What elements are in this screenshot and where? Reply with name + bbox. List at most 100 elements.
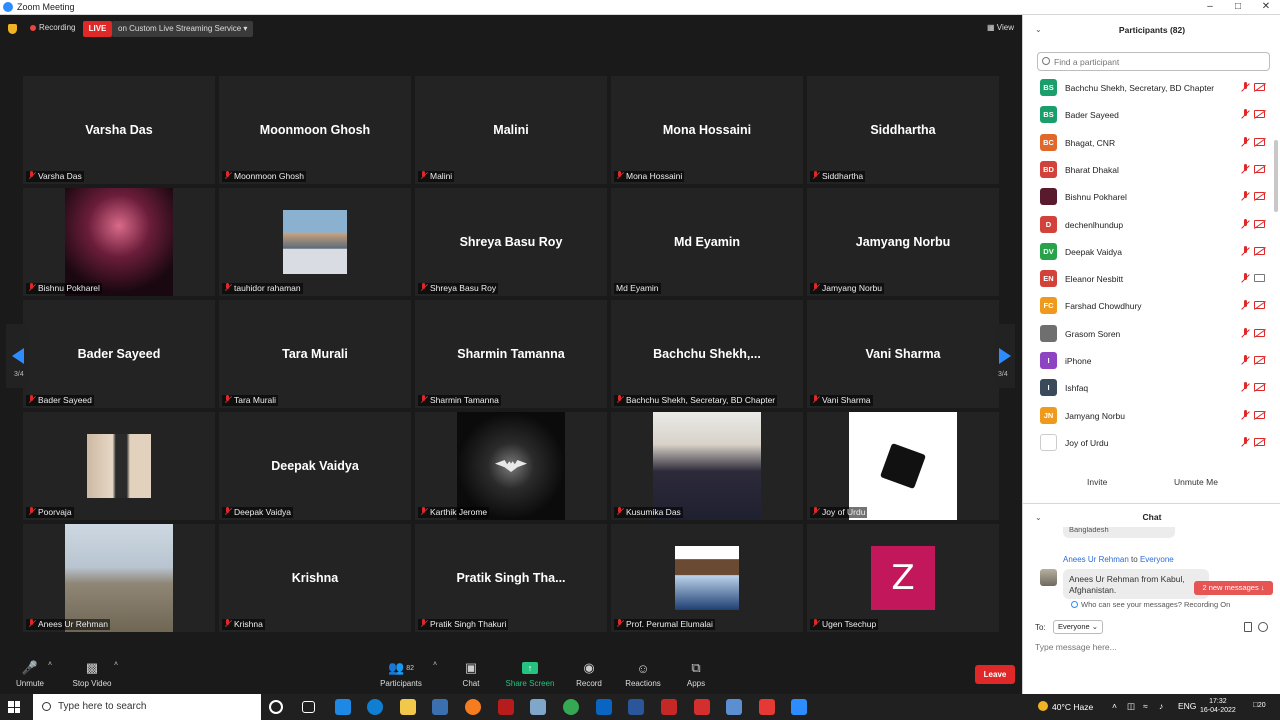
video-tile[interactable]: Varsha Das Varsha Das <box>23 76 215 184</box>
audio-options-caret-icon[interactable]: ˄ <box>48 661 52 668</box>
video-tile[interactable]: Siddhartha Siddhartha <box>807 76 999 184</box>
security-shield-icon[interactable] <box>8 24 17 34</box>
weather-widget[interactable]: 40°C Haze <box>1038 701 1093 712</box>
participant-row[interactable]: BS Bader Sayeed <box>1023 104 1273 131</box>
participant-row[interactable]: JN Jamyang Norbu <box>1023 405 1273 432</box>
task-view-icon[interactable] <box>302 701 315 713</box>
anydesk-icon[interactable] <box>759 699 775 715</box>
leave-button[interactable]: Leave <box>975 665 1015 684</box>
participant-row[interactable]: BC Bhagat, CNR <box>1023 132 1273 159</box>
participant-row[interactable]: IiPhone <box>1023 350 1273 377</box>
tray-volume-icon[interactable]: ♪ <box>1159 701 1163 711</box>
participant-row[interactable]: Grasom Soren <box>1023 323 1273 350</box>
video-tile[interactable]: Sharmin Tamanna Sharmin Tamanna <box>415 300 607 408</box>
file-explorer-icon[interactable] <box>400 699 416 715</box>
tile-name-tag: Bachchu Shekh, Secretary, BD Chapter <box>614 395 778 406</box>
participant-row[interactable]: BD Bharat Dhakal <box>1023 159 1273 186</box>
filezilla-icon[interactable] <box>498 699 514 715</box>
recipient-select[interactable]: Everyone ⌄ <box>1053 620 1104 634</box>
mail-icon[interactable] <box>335 699 351 715</box>
video-tile[interactable]: Deepak Vaidya Deepak Vaidya <box>219 412 411 520</box>
share-screen-button[interactable]: ↑ Share Screen <box>505 660 555 688</box>
maximize-icon[interactable]: □ <box>1224 0 1252 15</box>
video-tile[interactable]: Moonmoon Ghosh Moonmoon Ghosh <box>219 76 411 184</box>
participants-button[interactable]: 👥 82 Participants <box>378 660 424 688</box>
video-tile[interactable]: Anees Ur Rehman <box>23 524 215 632</box>
participants-options-caret-icon[interactable]: ˄ <box>433 661 437 668</box>
video-tile[interactable]: Jamyang Norbu Jamyang Norbu <box>807 188 999 296</box>
participant-list-scrollbar[interactable] <box>1274 140 1278 212</box>
previous-page-button[interactable] <box>6 324 28 388</box>
video-tile[interactable]: Shreya Basu Roy Shreya Basu Roy <box>415 188 607 296</box>
chat-button[interactable]: ▣ Chat <box>456 660 486 688</box>
video-tile[interactable]: Malini Malini <box>415 76 607 184</box>
reactions-button[interactable]: ☺ Reactions <box>622 660 664 689</box>
next-page-button[interactable] <box>993 324 1015 388</box>
calculator-icon[interactable] <box>726 699 742 715</box>
participant-row[interactable]: FC Farshad Chowdhury <box>1023 295 1273 322</box>
chrome-icon[interactable] <box>563 699 579 715</box>
video-tile[interactable]: Mona Hossaini Mona Hossaini <box>611 76 803 184</box>
participant-search-input[interactable] <box>1037 52 1270 71</box>
cortana-icon[interactable] <box>269 700 283 714</box>
emoji-icon[interactable] <box>1258 622 1268 632</box>
video-tile[interactable]: Pratik Singh Tha... Pratik Singh Thakuri <box>415 524 607 632</box>
video-tile[interactable]: Poorvaja <box>23 412 215 520</box>
file-attach-icon[interactable] <box>1244 622 1252 632</box>
video-tile[interactable]: Bishnu Pokharel <box>23 188 215 296</box>
tile-name-tag: Varsha Das <box>26 171 84 182</box>
language-indicator[interactable]: ENG <box>1178 701 1196 711</box>
video-options-caret-icon[interactable]: ˄ <box>114 661 118 668</box>
view-button[interactable]: ▦ View <box>987 23 1014 32</box>
stop-video-button[interactable]: ▩ Stop Video <box>70 660 114 688</box>
record-button[interactable]: ◉ Record <box>574 660 604 688</box>
close-icon[interactable]: ✕ <box>1252 0 1280 15</box>
new-messages-button[interactable]: 2 new messages ↓ <box>1194 581 1273 595</box>
video-tile[interactable]: Vani Sharma Vani Sharma <box>807 300 999 408</box>
zoom-taskbar-icon[interactable] <box>791 699 807 715</box>
firefox-icon[interactable] <box>465 699 481 715</box>
search-icon <box>1042 57 1050 65</box>
unmute-me-button[interactable]: Unmute Me <box>1174 477 1218 487</box>
video-tile[interactable]: Bader Sayeed Bader Sayeed <box>23 300 215 408</box>
video-tile[interactable]: Bachchu Shekh,... Bachchu Shekh, Secretar… <box>611 300 803 408</box>
video-tile[interactable]: Kusumika Das <box>611 412 803 520</box>
pdf-editor-icon[interactable] <box>661 699 677 715</box>
video-tile[interactable]: Joy of Urdu <box>807 412 999 520</box>
participant-row[interactable]: Ddechenlhundup <box>1023 214 1273 241</box>
participant-row[interactable]: Joy of Urdu <box>1023 432 1273 459</box>
participant-row[interactable]: Bishnu Pokharel <box>1023 186 1273 213</box>
unmute-button[interactable]: 🎤 Unmute <box>12 660 48 688</box>
video-tile[interactable]: Tara Murali Tara Murali <box>219 300 411 408</box>
video-tile[interactable]: Krishna Krishna <box>219 524 411 632</box>
word-icon[interactable] <box>628 699 644 715</box>
notification-center-icon[interactable]: □20 <box>1253 700 1266 709</box>
who-can-see-link[interactable]: Who can see your messages? Recording On <box>1071 600 1230 609</box>
store-icon[interactable] <box>432 699 448 715</box>
tray-chevron-icon[interactable]: ˄ <box>1112 701 1117 711</box>
tray-wifi-icon[interactable]: ≈ <box>1143 701 1148 711</box>
participant-row[interactable]: I Ishfaq <box>1023 377 1273 404</box>
participant-row[interactable]: DV Deepak Vaidya <box>1023 241 1273 268</box>
edge-icon[interactable] <box>367 699 383 715</box>
taskbar-clock[interactable]: 17:32 16-04-2022 <box>1200 697 1236 715</box>
app-icon[interactable] <box>530 699 546 715</box>
outlook-icon[interactable] <box>596 699 612 715</box>
video-tile[interactable]: Prof. Perumal Elumalai <box>611 524 803 632</box>
acrobat-icon[interactable] <box>694 699 710 715</box>
video-tile[interactable]: Md Eyamin Md Eyamin <box>611 188 803 296</box>
participant-row[interactable]: BS Bachchu Shekh, Secretary, BD Chapter <box>1023 77 1273 104</box>
minimize-icon[interactable]: – <box>1196 0 1224 15</box>
video-tile[interactable]: Z Ugen Tsechup <box>807 524 999 632</box>
recording-indicator[interactable]: Recording <box>30 23 75 32</box>
live-service-dropdown[interactable]: on Custom Live Streaming Service ▾ <box>112 21 254 37</box>
chat-message-input[interactable] <box>1035 640 1271 654</box>
participant-row[interactable]: EN Eleanor Nesbitt <box>1023 268 1273 295</box>
invite-button[interactable]: Invite <box>1087 477 1107 487</box>
windows-start-icon[interactable] <box>8 701 20 713</box>
tray-network-icon[interactable]: ◫ <box>1127 701 1135 712</box>
taskbar-search[interactable]: Type here to search <box>33 694 261 720</box>
video-tile[interactable]: Karthik Jerome <box>415 412 607 520</box>
video-tile[interactable]: tauhidor rahaman <box>219 188 411 296</box>
apps-button[interactable]: ⧉ Apps <box>682 660 710 688</box>
